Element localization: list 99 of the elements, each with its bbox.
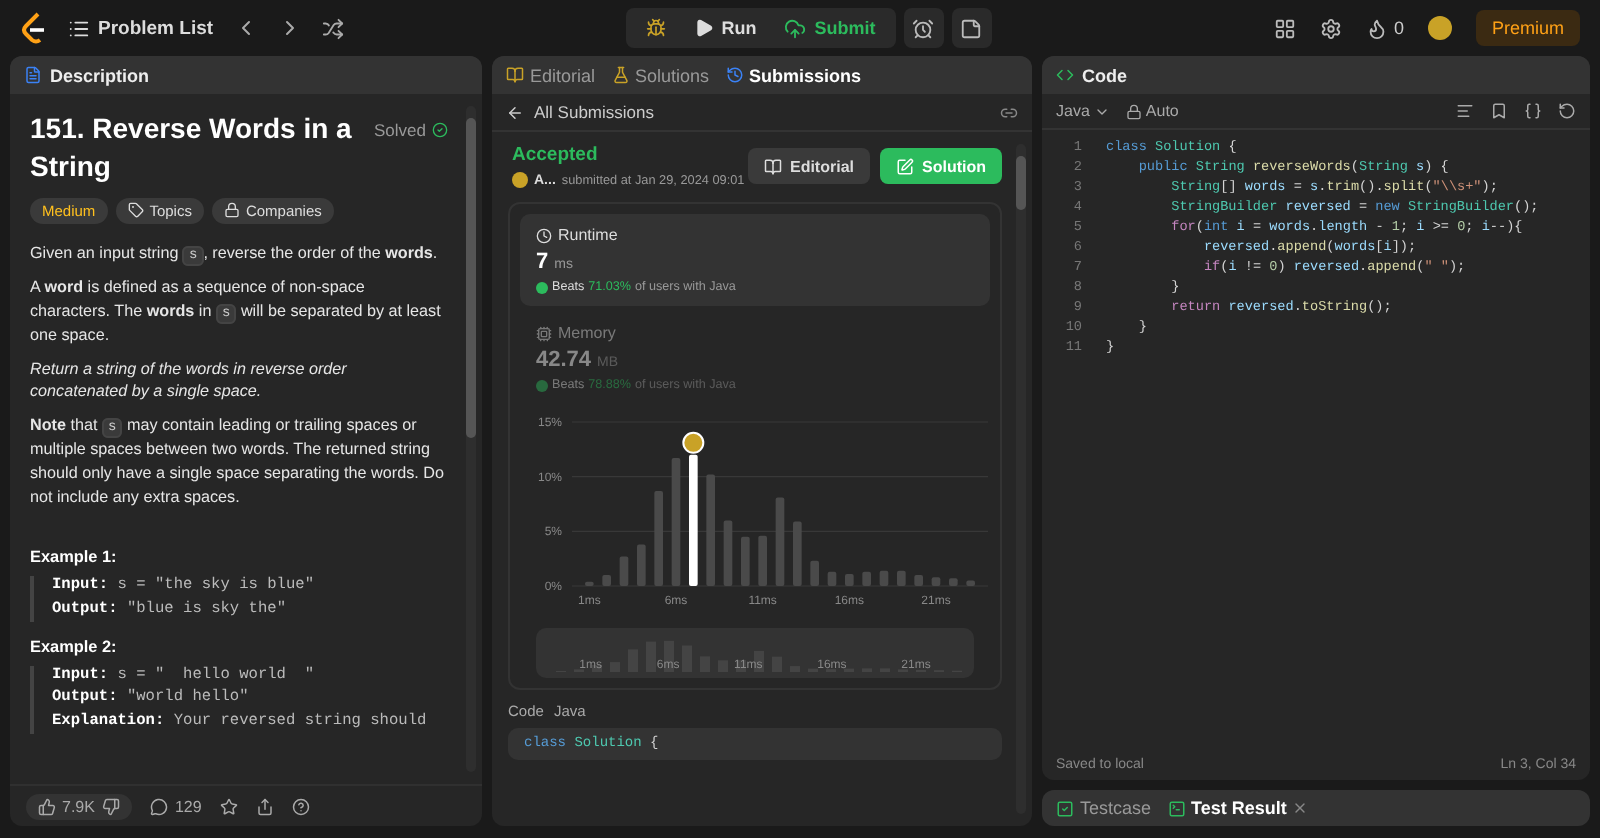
pen-icon [896, 157, 914, 175]
metric-title: Runtime [536, 226, 974, 244]
streak-count: 0 [1393, 18, 1404, 38]
note-icon [960, 17, 983, 39]
grid-icon[interactable] [1273, 17, 1296, 39]
cloud-upload-icon [784, 17, 807, 39]
help-icon[interactable] [291, 797, 310, 815]
console-tab[interactable]: Test Result [1167, 798, 1309, 818]
settings-icon[interactable] [1319, 17, 1342, 39]
example-title: Example 1: [30, 548, 119, 567]
chart-bar [827, 571, 837, 586]
user-avatar[interactable] [1427, 16, 1452, 40]
alarm-clock-icon [912, 17, 935, 39]
clock-icon [536, 227, 552, 243]
flask-icon [611, 66, 630, 84]
language-dropdown[interactable]: Java [1056, 102, 1110, 120]
panel-tab[interactable]: Solutions [611, 65, 710, 85]
chart-bar [931, 577, 941, 586]
submission-status: Accepted [512, 144, 600, 166]
thumbs-up-icon [38, 797, 56, 815]
metric-title: Memory [536, 324, 974, 342]
chart-bar [810, 560, 819, 586]
chart-bar [741, 536, 750, 586]
chart-bar [689, 454, 698, 586]
problem-title: 151. Reverse Words in a String [30, 110, 354, 186]
chart-bar [966, 580, 975, 586]
beats-icon [536, 281, 548, 293]
chart-bar [914, 575, 923, 586]
editorial-button[interactable]: Editorial [747, 148, 870, 184]
code-tab[interactable]: Code [1056, 65, 1127, 85]
play-icon [693, 18, 714, 38]
chart-bar [602, 575, 611, 586]
back-button[interactable]: All Submissions [506, 102, 654, 122]
format-icon[interactable] [1456, 102, 1474, 120]
example-title: Example 2: [30, 637, 119, 656]
document-icon [24, 66, 42, 84]
chart-bar [775, 497, 785, 586]
close-icon[interactable] [1292, 800, 1309, 816]
book-icon [506, 66, 524, 84]
reset-icon[interactable] [1558, 102, 1576, 120]
chart-bar [706, 474, 715, 586]
braces-icon[interactable] [1524, 102, 1542, 120]
chart-bar [671, 458, 681, 586]
console-tab[interactable]: Testcase [1056, 798, 1152, 818]
metric-value: 7 [536, 250, 549, 274]
tag-icon [127, 202, 144, 219]
list-icon [68, 17, 90, 39]
submit-button[interactable]: Submit [772, 8, 888, 48]
problem-list-button[interactable]: Problem List [68, 17, 214, 39]
like-button[interactable]: 7.9K [38, 797, 95, 815]
chart-bar [879, 570, 889, 586]
back-arrow-icon [506, 103, 524, 121]
chart-bar [758, 535, 767, 586]
chart-bar [585, 581, 594, 586]
user-avatar [512, 172, 528, 188]
chart-bar [723, 520, 733, 586]
dislike-icon[interactable] [102, 797, 121, 815]
checkbox-icon [1056, 799, 1074, 817]
code-icon [1056, 66, 1074, 84]
solved-status: Solved [374, 120, 448, 140]
star-icon[interactable] [219, 797, 238, 815]
notes-button[interactable] [951, 8, 992, 48]
chart-bar [654, 490, 663, 586]
panel-tab[interactable]: Submissions [725, 65, 862, 85]
panel-tab[interactable]: Editorial [506, 65, 596, 85]
shuffle-icon[interactable] [321, 17, 344, 39]
share-icon[interactable] [255, 797, 274, 815]
premium-button[interactable]: Premium [1475, 10, 1580, 46]
chart-bar [949, 578, 958, 586]
lock-icon [223, 202, 240, 219]
terminal-icon [1167, 799, 1186, 817]
check-circle-icon [432, 122, 448, 138]
scrollbar[interactable] [466, 106, 476, 772]
logo-icon[interactable] [20, 12, 48, 44]
beats-icon [536, 379, 548, 391]
link-icon[interactable] [1000, 103, 1018, 121]
timer-button[interactable] [903, 8, 944, 48]
comments-button[interactable]: 129 [150, 797, 202, 815]
bug-icon [645, 18, 666, 38]
chart-bar [862, 571, 871, 586]
book-icon [763, 157, 782, 175]
chip-icon [536, 325, 552, 341]
chart-bar [637, 544, 646, 586]
history-icon [725, 66, 744, 84]
chart-bar [619, 556, 629, 586]
run-button[interactable]: Run [681, 8, 769, 48]
chart-bar [793, 521, 802, 586]
metric-value: 42.74 [536, 348, 592, 372]
chart-bar [845, 573, 854, 586]
scrollbar[interactable] [1016, 144, 1026, 814]
chart-bar [897, 570, 906, 586]
description-tab[interactable]: Description [24, 65, 150, 85]
description-paragraph: Return a string of the words in reverse order concatenated by a single space. [30, 357, 349, 404]
user-avatar-marker [682, 431, 705, 454]
bookmark-icon[interactable] [1490, 102, 1508, 120]
auto-mode[interactable]: Auto [1125, 102, 1179, 120]
flame-icon[interactable] [1365, 17, 1388, 39]
comment-icon [150, 797, 169, 815]
lock-icon [1125, 103, 1142, 119]
